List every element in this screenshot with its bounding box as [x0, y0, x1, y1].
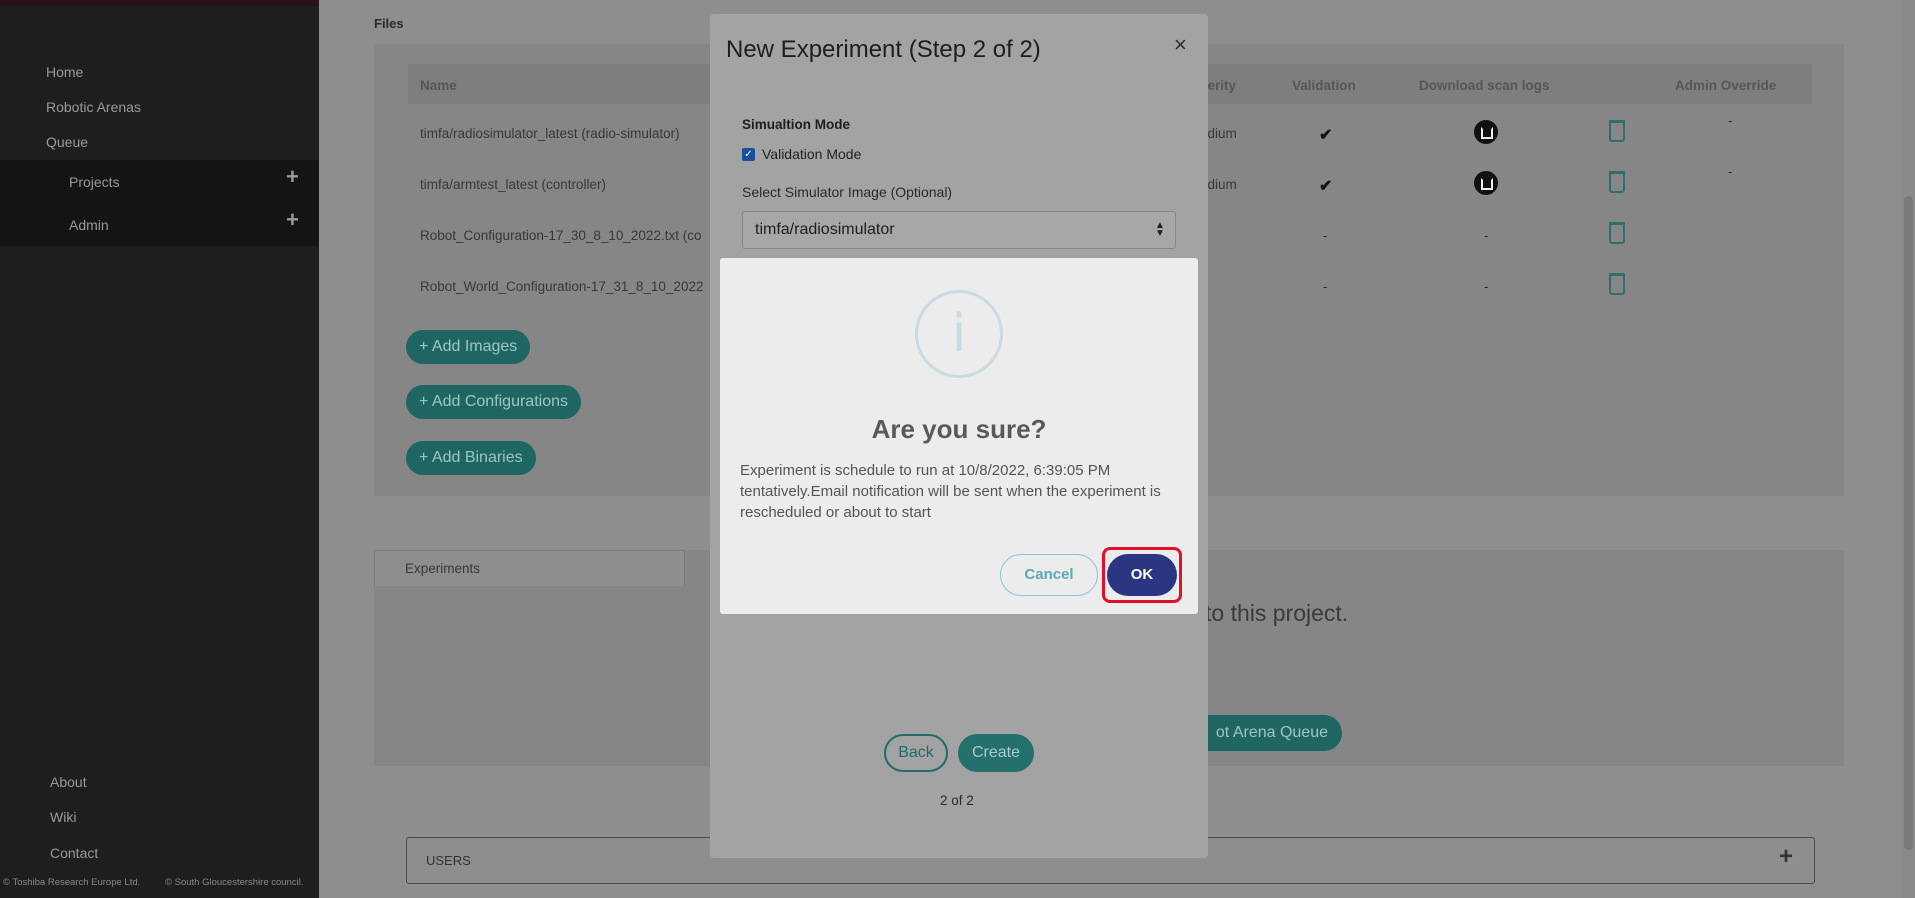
- validation-mode-label: Validation Mode: [762, 146, 862, 162]
- file-validation-row-4: -: [1323, 279, 1328, 294]
- files-section-title: Files: [374, 16, 404, 31]
- file-name-row-1: timfa/radiosimulator_latest (radio-simul…: [420, 126, 680, 141]
- admin-override-value: -: [1728, 113, 1733, 128]
- modal-title: New Experiment (Step 2 of 2): [726, 36, 1041, 63]
- col-header-download-scan-logs: Download scan logs: [1419, 78, 1550, 93]
- col-header-validation: Validation: [1292, 78, 1356, 93]
- tab-experiments[interactable]: Experiments: [374, 550, 685, 586]
- admin-override-value: -: [1728, 164, 1733, 179]
- admin-expand-plus-icon[interactable]: +: [286, 209, 299, 231]
- sidebar-item-projects[interactable]: Projects: [69, 174, 120, 190]
- copyright-toshiba: © Toshiba Research Europe Ltd.: [3, 877, 141, 888]
- dialog-message: Experiment is schedule to run at 10/8/20…: [740, 462, 1161, 521]
- projects-expand-plus-icon[interactable]: +: [286, 166, 299, 188]
- dialog-title: Are you sure?: [871, 414, 1047, 444]
- footer-link-wiki[interactable]: Wiki: [50, 809, 76, 825]
- page-scrollbar[interactable]: [1902, 0, 1915, 898]
- create-button[interactable]: Create: [958, 734, 1034, 772]
- info-icon: i: [915, 290, 1003, 378]
- sidebar-item-queue[interactable]: Queue: [46, 134, 88, 150]
- cancel-button[interactable]: Cancel: [1000, 554, 1098, 596]
- copyright-council: © South Gloucestershire council.: [165, 877, 304, 888]
- file-name-row-3: Robot_Configuration-17_30_8_10_2022.txt …: [420, 228, 702, 243]
- back-button[interactable]: Back: [884, 734, 948, 772]
- add-configurations-button[interactable]: + Add Configurations: [406, 385, 581, 419]
- file-download-row-3: -: [1484, 228, 1489, 243]
- trash-icon[interactable]: [1609, 171, 1625, 193]
- users-label: USERS: [426, 853, 471, 868]
- select-caret-icon: ▲ ▼: [1155, 220, 1165, 239]
- simulator-image-label: Select Simulator Image (Optional): [742, 184, 953, 200]
- sidebar-top-stripe: [0, 0, 319, 6]
- sidebar-item-admin[interactable]: Admin: [69, 217, 109, 233]
- col-header-admin-override: Admin Override: [1675, 78, 1777, 93]
- sidebar-item-robotic-arenas[interactable]: Robotic Arenas: [46, 99, 141, 115]
- simulator-image-select[interactable]: timfa/radiosimulator: [742, 211, 1176, 249]
- step-pager: 2 of 2: [940, 793, 974, 808]
- download-scan-log-icon[interactable]: [1474, 171, 1498, 195]
- file-name-row-4: Robot_World_Configuration-17_31_8_10_202…: [420, 279, 704, 294]
- close-icon[interactable]: ×: [1174, 32, 1187, 58]
- footer-link-contact[interactable]: Contact: [50, 845, 98, 861]
- sidebar-item-home[interactable]: Home: [46, 64, 83, 80]
- validation-mode-checkbox[interactable]: ✓: [742, 148, 755, 161]
- footer-link-about[interactable]: About: [50, 774, 87, 790]
- col-header-name: Name: [420, 78, 457, 93]
- trash-icon[interactable]: [1609, 273, 1625, 295]
- simulation-mode-label: Simualtion Mode: [742, 117, 850, 132]
- add-binaries-button[interactable]: + Add Binaries: [406, 441, 536, 475]
- robot-arena-queue-button[interactable]: ot Arena Queue: [1186, 715, 1342, 751]
- experiments-empty-text: to this project.: [1205, 600, 1349, 626]
- validation-check-icon: ✔: [1319, 127, 1333, 144]
- download-scan-log-icon[interactable]: [1474, 120, 1498, 144]
- ok-button[interactable]: OK: [1107, 554, 1177, 596]
- scrollbar-thumb[interactable]: [1904, 196, 1913, 850]
- add-images-button[interactable]: + Add Images: [406, 330, 531, 364]
- trash-icon[interactable]: [1609, 120, 1625, 142]
- file-name-row-2: timfa/armtest_latest (controller): [420, 177, 607, 192]
- users-expand-plus-icon[interactable]: +: [1779, 843, 1793, 871]
- trash-icon[interactable]: [1609, 222, 1625, 244]
- file-download-row-4: -: [1484, 279, 1489, 294]
- sidebar-subgroup: [0, 160, 319, 246]
- validation-check-icon: ✔: [1319, 178, 1333, 195]
- file-validation-row-3: -: [1323, 228, 1328, 243]
